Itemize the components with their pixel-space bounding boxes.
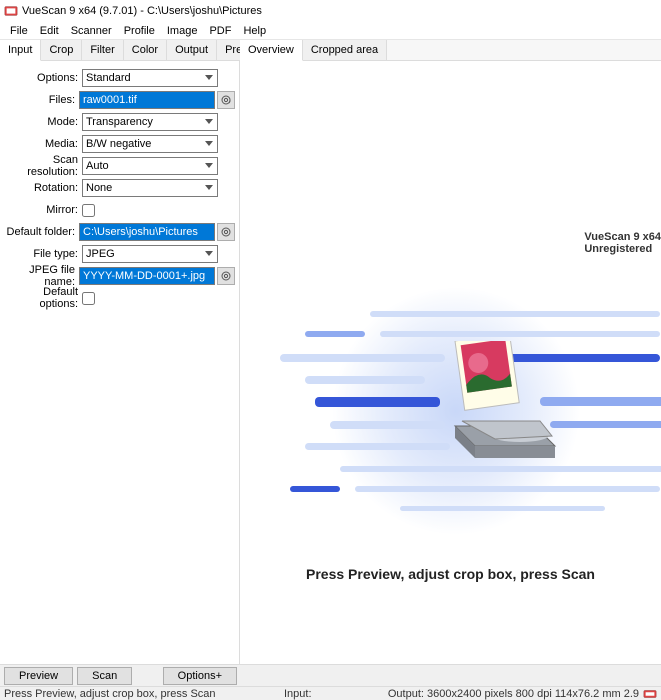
menubar: File Edit Scanner Profile Image PDF Help (0, 22, 661, 40)
at-icon (220, 94, 232, 106)
row-options: Options: Standard (4, 67, 235, 89)
label-mode: Mode: (4, 116, 82, 128)
menu-file[interactable]: File (4, 23, 34, 39)
preview-button[interactable]: Preview (4, 667, 73, 685)
label-filetype: File type: (4, 248, 82, 260)
form-area: Options: Standard Files: Mode: Transpare… (0, 61, 239, 315)
menu-scanner[interactable]: Scanner (65, 23, 118, 39)
label-defaultfolder: Default folder: (4, 226, 79, 238)
row-media: Media: B/W negative (4, 133, 235, 155)
scanner-status-icon (643, 688, 657, 700)
row-rotation: Rotation: None (4, 177, 235, 199)
status-right-text: Output: 3600x2400 pixels 800 dpi 114x76.… (388, 688, 639, 700)
stripe (305, 331, 365, 337)
label-files: Files: (4, 94, 79, 106)
content: Input Crop Filter Color Output Prefs Opt… (0, 40, 661, 664)
options-select[interactable]: Standard (82, 69, 218, 87)
stripe (550, 421, 661, 428)
right-tabs: Overview Cropped area (240, 40, 661, 61)
jpegname-gear-button[interactable] (217, 267, 235, 285)
row-filetype: File type: JPEG (4, 243, 235, 265)
status-right: Output: 3600x2400 pixels 800 dpi 114x76.… (384, 688, 639, 700)
files-gear-button[interactable] (217, 91, 235, 109)
tab-input[interactable]: Input (0, 40, 41, 61)
tab-output[interactable]: Output (167, 40, 217, 60)
menu-image[interactable]: Image (161, 23, 204, 39)
rotation-select[interactable]: None (82, 179, 218, 197)
title-text: VueScan 9 x64 (9.7.01) - C:\Users\joshu\… (22, 5, 262, 17)
status-left: Press Preview, adjust crop box, press Sc… (4, 688, 284, 700)
tab-overview[interactable]: Overview (240, 40, 303, 61)
tab-cropped-area[interactable]: Cropped area (303, 40, 387, 60)
files-input[interactable] (79, 91, 215, 109)
row-jpegname: JPEG file name: (4, 265, 235, 287)
label-options: Options: (4, 72, 82, 84)
tab-crop[interactable]: Crop (41, 40, 82, 60)
row-defaultoptions: Default options: (4, 287, 235, 309)
stripe (315, 397, 440, 407)
at-icon (220, 270, 232, 282)
menu-pdf[interactable]: PDF (203, 23, 237, 39)
menu-profile[interactable]: Profile (118, 23, 161, 39)
stripe (290, 486, 340, 492)
tab-filter[interactable]: Filter (82, 40, 123, 60)
row-defaultfolder: Default folder: (4, 221, 235, 243)
scanner-icon (445, 341, 565, 471)
label-defaultoptions: Default options: (4, 286, 82, 310)
left-tabs: Input Crop Filter Color Output Prefs (0, 40, 239, 61)
instruction-text: Press Preview, adjust crop box, press Sc… (240, 566, 661, 582)
titlebar: VueScan 9 x64 (9.7.01) - C:\Users\joshu\… (0, 0, 661, 22)
watermark-line1: VueScan 9 x64 (584, 231, 661, 243)
options-button[interactable]: Options+ (163, 667, 237, 685)
row-files: Files: (4, 89, 235, 111)
stripe (380, 331, 660, 337)
stripe (370, 311, 660, 317)
scanres-select[interactable]: Auto (82, 157, 218, 175)
row-scanres: Scan resolution: Auto (4, 155, 235, 177)
defaultoptions-checkbox[interactable] (82, 292, 95, 305)
overview-area: VueScan 9 x64 Unregistered (240, 61, 661, 661)
stripe (305, 376, 425, 384)
watermark: VueScan 9 x64 Unregistered (584, 231, 661, 255)
row-mirror: Mirror: (4, 199, 235, 221)
media-select[interactable]: B/W negative (82, 135, 218, 153)
jpegname-input[interactable] (79, 267, 215, 285)
mode-select[interactable]: Transparency (82, 113, 218, 131)
left-panel: Input Crop Filter Color Output Prefs Opt… (0, 40, 240, 664)
row-mode: Mode: Transparency (4, 111, 235, 133)
at-icon (220, 226, 232, 238)
bottom-bar: Preview Scan Options+ (0, 664, 661, 686)
menu-help[interactable]: Help (237, 23, 272, 39)
stripe (280, 354, 445, 362)
filetype-select[interactable]: JPEG (82, 245, 218, 263)
tab-color[interactable]: Color (124, 40, 167, 60)
menu-edit[interactable]: Edit (34, 23, 65, 39)
stripe (355, 486, 660, 492)
scan-button[interactable]: Scan (77, 667, 132, 685)
scanner-illustration (250, 291, 661, 531)
label-rotation: Rotation: (4, 182, 82, 194)
stripe (330, 421, 445, 429)
statusbar: Press Preview, adjust crop box, press Sc… (0, 686, 661, 700)
mirror-checkbox[interactable] (82, 204, 95, 217)
right-panel: Overview Cropped area VueScan 9 x64 Unre… (240, 40, 661, 664)
defaultfolder-input[interactable] (79, 223, 215, 241)
stripe (305, 443, 450, 450)
stripe (400, 506, 605, 511)
label-scanres: Scan resolution: (4, 154, 82, 178)
label-mirror: Mirror: (4, 204, 82, 216)
label-media: Media: (4, 138, 82, 150)
defaultfolder-gear-button[interactable] (217, 223, 235, 241)
label-jpegname: JPEG file name: (4, 264, 79, 288)
status-mid: Input: (284, 688, 384, 700)
watermark-line2: Unregistered (584, 243, 661, 255)
app-icon (4, 4, 18, 18)
